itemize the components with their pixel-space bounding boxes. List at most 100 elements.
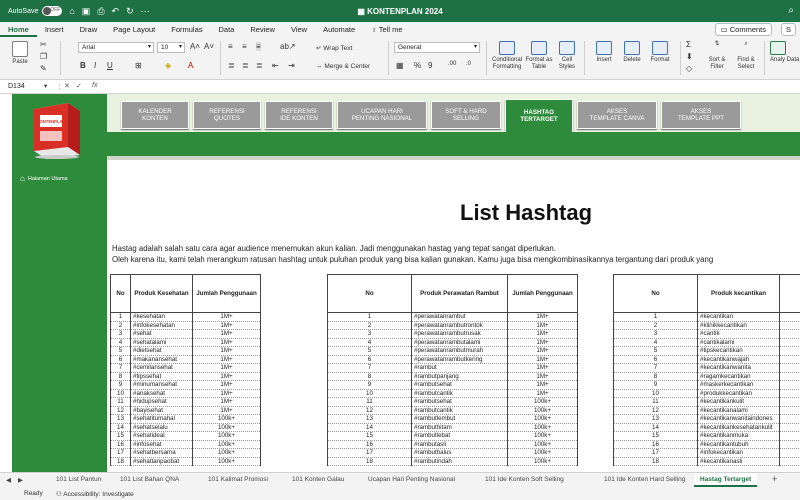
- table-header-cell[interactable]: Produk Perawatan Rambut: [411, 274, 508, 313]
- nav-akses-template-canva[interactable]: AKSES TEMPLATE CANVA: [577, 101, 657, 129]
- table-header-cell[interactable]: No: [110, 274, 131, 313]
- table-header-cell[interactable]: No: [327, 274, 412, 313]
- usage-count-cell[interactable]: 1M+: [507, 380, 578, 390]
- usage-count-cell[interactable]: 1M+: [192, 329, 261, 339]
- next-sheet-icon[interactable]: ▶: [18, 476, 23, 484]
- hashtag-cell[interactable]: #perawatanrambutrontok: [411, 321, 508, 330]
- row-number-cell[interactable]: 5: [110, 346, 131, 356]
- paste-button[interactable]: Paste: [6, 41, 34, 66]
- usage-count-cell[interactable]: 100k+: [507, 448, 578, 458]
- hashtag-cell[interactable]: #perawatanrambut: [411, 312, 508, 322]
- usage-count-cell[interactable]: 100k+: [507, 406, 578, 415]
- copy-icon[interactable]: ❐: [40, 52, 47, 61]
- hashtag-cell[interactable]: #dietsehat: [130, 346, 193, 356]
- fx-icon[interactable]: fx: [92, 82, 97, 89]
- hashtag-cell[interactable]: #tipskecantikan: [697, 346, 780, 356]
- usage-count-cell[interactable]: 1M+: [507, 346, 578, 356]
- search-icon[interactable]: ⌕: [788, 5, 794, 16]
- tab-formulas[interactable]: Formulas: [163, 22, 210, 37]
- usage-count-cell[interactable]: [779, 338, 800, 347]
- increase-decimal-icon[interactable]: .00: [448, 61, 456, 67]
- table-header-cell[interactable]: Jumlah Penggunaan: [507, 274, 578, 313]
- usage-count-cell[interactable]: 100k+: [192, 423, 261, 432]
- row-number-cell[interactable]: 5: [613, 346, 698, 356]
- merge-center-button[interactable]: ⇔ Merge & Center: [316, 63, 370, 70]
- hashtag-cell[interactable]: #bayisehat: [130, 406, 193, 415]
- nav-referensi-ide-konten[interactable]: REFERENSI IDE KONTEN: [265, 101, 333, 129]
- tab-home[interactable]: Home: [0, 22, 37, 37]
- row-number-cell[interactable]: 4: [110, 338, 131, 347]
- print-icon[interactable]: ⎙: [97, 6, 104, 17]
- hashtag-cell[interactable]: #kecantikanasli: [697, 457, 780, 466]
- number-format-select[interactable]: General: [394, 42, 480, 53]
- usage-count-cell[interactable]: [779, 346, 800, 356]
- hashtag-cell[interactable]: #kecantikanalami: [697, 406, 780, 415]
- hashtag-cell[interactable]: #perawatanrambutmurah: [411, 346, 508, 356]
- name-box-dropdown-icon[interactable]: ▾: [44, 82, 47, 90]
- wrap-text-button[interactable]: ↵ Wrap Text: [316, 44, 352, 52]
- row-number-cell[interactable]: 1: [613, 312, 698, 322]
- row-number-cell[interactable]: 3: [613, 329, 698, 339]
- hashtag-cell[interactable]: #ragamkecantikan: [697, 372, 780, 381]
- comma-style-icon[interactable]: 9: [428, 61, 432, 70]
- autosave-toggle[interactable]: AutoSave OFF: [8, 6, 63, 16]
- usage-count-cell[interactable]: 1M+: [507, 363, 578, 373]
- row-number-cell[interactable]: 14: [327, 423, 412, 432]
- hashtag-cell[interactable]: #rambuthalus: [411, 448, 508, 458]
- row-number-cell[interactable]: 17: [110, 448, 131, 458]
- cut-icon[interactable]: ✂: [40, 40, 47, 49]
- hashtag-cell[interactable]: #rambutpanjang: [411, 372, 508, 381]
- row-number-cell[interactable]: 8: [110, 372, 131, 381]
- undo-icon[interactable]: ↶: [112, 6, 120, 17]
- hashtag-cell[interactable]: #kecantikantubuh: [697, 440, 780, 449]
- usage-count-cell[interactable]: [779, 431, 800, 441]
- table-header-cell[interactable]: Produk Kesehatan: [130, 274, 193, 313]
- usage-count-cell[interactable]: 100k+: [192, 431, 261, 441]
- hashtag-cell[interactable]: #kecantikanwanita: [697, 363, 780, 373]
- usage-count-cell[interactable]: [779, 440, 800, 449]
- row-number-cell[interactable]: 7: [110, 363, 131, 373]
- accessibility-status[interactable]: ⚇ Accessibility: Investigate: [56, 490, 134, 498]
- comments-button[interactable]: ▭ Comments: [714, 23, 772, 36]
- tab-data[interactable]: Data: [211, 22, 243, 37]
- row-number-cell[interactable]: 10: [110, 389, 131, 398]
- hashtag-cell[interactable]: #rambutcantik: [411, 406, 508, 415]
- hashtag-cell[interactable]: #perawatanrambutrusak: [411, 329, 508, 339]
- hashtag-cell[interactable]: #sehatalami: [130, 338, 193, 347]
- usage-count-cell[interactable]: 100k+: [507, 431, 578, 441]
- row-number-cell[interactable]: 9: [613, 380, 698, 390]
- add-sheet-icon[interactable]: +: [772, 474, 777, 484]
- insert-cells-button[interactable]: Insert: [590, 41, 618, 64]
- usage-count-cell[interactable]: 1M+: [192, 389, 261, 398]
- hashtag-cell[interactable]: #kecantikanwajah: [697, 355, 780, 364]
- usage-count-cell[interactable]: 1M+: [507, 338, 578, 347]
- row-number-cell[interactable]: 11: [327, 397, 412, 407]
- usage-count-cell[interactable]: 1M+: [192, 346, 261, 356]
- row-number-cell[interactable]: 12: [613, 406, 698, 415]
- usage-count-cell[interactable]: [779, 355, 800, 364]
- save-icon[interactable]: ▣: [82, 6, 91, 17]
- table-header-cell[interactable]: [779, 274, 800, 313]
- home-link[interactable]: ⌂ Halaman Utama: [20, 174, 68, 183]
- hashtag-cell[interactable]: #sehattanpaobat: [130, 457, 193, 466]
- align-top-icon[interactable]: ≡: [228, 42, 233, 51]
- row-number-cell[interactable]: 6: [613, 355, 698, 364]
- redo-icon[interactable]: ↻: [126, 6, 134, 17]
- font-color-icon[interactable]: A: [188, 61, 193, 70]
- row-number-cell[interactable]: 15: [327, 431, 412, 441]
- sort-filter-button[interactable]: ⇅ Sort & Filter: [704, 41, 730, 70]
- row-number-cell[interactable]: 2: [110, 321, 131, 330]
- format-cells-button[interactable]: Format: [646, 41, 674, 64]
- prev-sheet-icon[interactable]: ◀: [6, 476, 11, 484]
- row-number-cell[interactable]: 18: [327, 457, 412, 466]
- usage-count-cell[interactable]: [779, 406, 800, 415]
- row-number-cell[interactable]: 8: [327, 372, 412, 381]
- hashtag-cell[interactable]: #rambutsehat: [411, 380, 508, 390]
- usage-count-cell[interactable]: 100k+: [192, 440, 261, 449]
- align-center-icon[interactable]: ≣: [242, 61, 249, 70]
- autosave-switch[interactable]: OFF: [42, 6, 63, 16]
- hashtag-cell[interactable]: #rambutasli: [411, 440, 508, 449]
- table-header-cell[interactable]: No: [613, 274, 698, 313]
- delete-cells-button[interactable]: Delete: [618, 41, 646, 64]
- sheet-tab[interactable]: 101 Ide Konten Hard Selling: [604, 476, 685, 483]
